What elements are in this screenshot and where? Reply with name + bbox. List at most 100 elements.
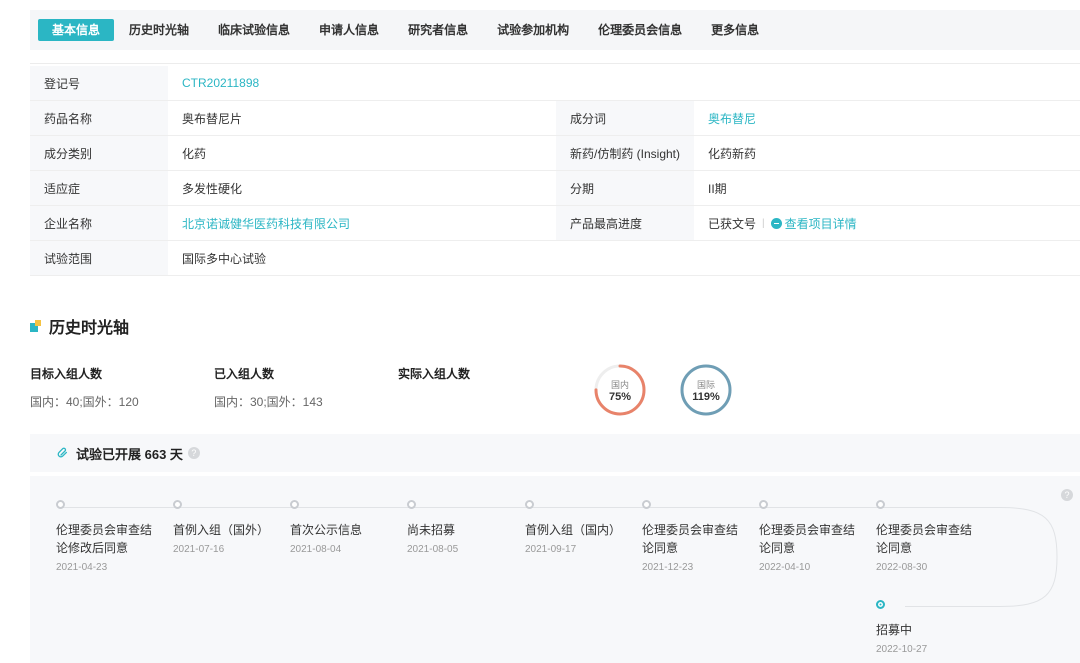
timeline-dot <box>642 500 651 509</box>
ingredient-label: 成分词 <box>556 101 694 135</box>
separator: | <box>762 217 765 229</box>
new-generic-value: 化药新药 <box>708 146 757 161</box>
company-label: 企业名称 <box>30 206 168 240</box>
help-icon[interactable]: ? <box>187 447 200 459</box>
scope-label: 试验范围 <box>30 241 168 275</box>
trial-duration-text: 试验已开展 663 天 <box>76 446 183 462</box>
ring-value: 119% <box>692 391 720 403</box>
project-detail-label: 查看项目详情 <box>784 216 857 231</box>
timeline-item: 伦理委员会审查结论同意 2021-12-23 <box>642 500 752 573</box>
timeline-dot <box>525 500 534 509</box>
tab-basic-info[interactable]: 基本信息 <box>38 19 115 41</box>
divider <box>30 63 1080 64</box>
actual-enrollment-label: 实际入组人数 <box>398 367 471 381</box>
paperclip-icon <box>57 447 68 458</box>
ring-label: 国际 <box>696 380 715 390</box>
timeline-date: 2022-08-30 <box>876 562 928 573</box>
target-enrollment-value: 国内：40;国外：120 <box>30 395 139 409</box>
drug-name-value: 奥布替尼片 <box>182 111 243 126</box>
timeline-date: 2021-04-23 <box>56 562 108 573</box>
ring-label: 国内 <box>610 380 629 390</box>
timeline-event: 伦理委员会审查结论修改后同意 <box>56 523 153 555</box>
new-generic-label: 新药/仿制药 (Insight) <box>556 136 694 170</box>
ingredient-link[interactable]: 奥布替尼 <box>708 110 756 127</box>
tab-investigator-info[interactable]: 研究者信息 <box>394 19 482 41</box>
tab-ethics-committee-info[interactable]: 伦理委员会信息 <box>584 19 696 41</box>
timeline-event: 尚未招募 <box>407 523 456 537</box>
timeline-date: 2022-04-10 <box>759 562 811 573</box>
domestic-progress-ring: 国内 75% <box>593 363 647 417</box>
enrolled-count-value: 国内：30;国外：143 <box>214 395 323 409</box>
trial-duration-header: 试验已开展 663 天 ? <box>30 434 1080 472</box>
help-icon[interactable]: ? <box>1061 489 1073 501</box>
timeline-item: 首次公示信息 2021-08-04 <box>290 500 400 555</box>
target-enrollment: 目标入组人数 国内：40;国外：120 <box>30 365 139 410</box>
timeline-dot <box>407 500 416 509</box>
timeline-item: 伦理委员会审查结论同意 2022-04-10 <box>759 500 869 573</box>
tab-applicant-info[interactable]: 申请人信息 <box>305 19 393 41</box>
section-heading: 历史时光轴 <box>30 314 129 338</box>
table-row: 登记号 CTR20211898 <box>30 66 1080 101</box>
table-row: 试验范围 国际多中心试验 <box>30 241 1080 276</box>
reg-no-label: 登记号 <box>30 66 168 100</box>
timeline-event: 伦理委员会审查结论同意 <box>759 523 856 555</box>
timeline-dot <box>173 500 182 509</box>
timeline-event: 伦理委员会审查结论同意 <box>876 523 973 555</box>
timeline-date: 2022-10-27 <box>876 644 928 655</box>
drug-name-label: 药品名称 <box>30 101 168 135</box>
timeline-event: 首例入组（国外） <box>173 523 270 537</box>
category-value: 化药 <box>182 146 207 161</box>
tab-clinical-trial-info[interactable]: 临床试验信息 <box>204 19 304 41</box>
timeline-item: 首例入组（国内） 2021-09-17 <box>525 500 635 555</box>
timeline-item: 首例入组（国外） 2021-07-16 <box>173 500 283 555</box>
timeline-dot-active <box>876 600 885 609</box>
phase-value: II期 <box>708 181 727 196</box>
timeline-dot <box>290 500 299 509</box>
timeline-date: 2021-08-05 <box>407 544 459 555</box>
tab-history-timeline[interactable]: 历史时光轴 <box>115 19 203 41</box>
tab-participating-institutions[interactable]: 试验参加机构 <box>483 19 583 41</box>
timeline-event: 首次公示信息 <box>290 523 363 537</box>
progress-value: 已获文号 <box>708 216 757 231</box>
timeline: ? 伦理委员会审查结论修改后同意 2021-04-23 首例入组（国外） 202… <box>30 476 1080 663</box>
timeline-date: 2021-08-04 <box>290 544 342 555</box>
timeline-date: 2021-07-16 <box>173 544 225 555</box>
timeline-event: 招募中 <box>876 623 913 637</box>
tab-bar: 基本信息 历史时光轴 临床试验信息 申请人信息 研究者信息 试验参加机构 伦理委… <box>30 10 1080 50</box>
section-icon <box>30 320 42 332</box>
actual-enrollment: 实际入组人数 <box>398 365 470 393</box>
scope-value: 国际多中心试验 <box>182 251 267 266</box>
enrolled-count: 已入组人数 国内：30;国外：143 <box>214 365 323 410</box>
project-detail-link[interactable]: 查看项目详情 <box>770 215 857 232</box>
basic-info-table: 登记号 CTR20211898 药品名称 奥布替尼片 成分词 奥布替尼 成分类别… <box>30 66 1080 276</box>
timeline-dot <box>876 500 885 509</box>
timeline-date: 2021-12-23 <box>642 562 694 573</box>
timeline-event: 首例入组（国内） <box>525 523 622 537</box>
indication-value: 多发性硬化 <box>182 181 243 196</box>
timeline-item-current: 招募中 2022-10-27 <box>876 600 986 655</box>
timeline-dot <box>759 500 768 509</box>
section-title: 历史时光轴 <box>49 320 130 337</box>
table-row: 成分类别 化药 新药/仿制药 (Insight) 化药新药 <box>30 136 1080 171</box>
table-row: 适应症 多发性硬化 分期 II期 <box>30 171 1080 206</box>
company-link[interactable]: 北京诺诚健华医药科技有限公司 <box>182 215 350 232</box>
timeline-item: 伦理委员会审查结论修改后同意 2021-04-23 <box>56 500 166 573</box>
table-row: 企业名称 北京诺诚健华医药科技有限公司 产品最高进度 已获文号 | 查看项目详情 <box>30 206 1080 241</box>
timeline-event: 伦理委员会审查结论同意 <box>642 523 739 555</box>
reg-no-link[interactable]: CTR20211898 <box>182 76 259 90</box>
timeline-item: 伦理委员会审查结论同意 2022-08-30 <box>876 500 986 573</box>
table-row: 药品名称 奥布替尼片 成分词 奥布替尼 <box>30 101 1080 136</box>
tab-more-info[interactable]: 更多信息 <box>697 19 773 41</box>
phase-label: 分期 <box>556 171 694 205</box>
ring-value: 75% <box>608 391 632 403</box>
enrolled-count-label: 已入组人数 <box>214 367 275 381</box>
international-progress-ring: 国际 119% <box>679 363 733 417</box>
progress-label: 产品最高进度 <box>556 206 694 240</box>
arrow-circle-icon <box>770 217 782 229</box>
timeline-item: 尚未招募 2021-08-05 <box>407 500 517 555</box>
timeline-date: 2021-09-17 <box>525 544 577 555</box>
target-enrollment-label: 目标入组人数 <box>30 367 103 381</box>
timeline-dot <box>56 500 65 509</box>
category-label: 成分类别 <box>30 136 168 170</box>
indication-label: 适应症 <box>30 171 168 205</box>
